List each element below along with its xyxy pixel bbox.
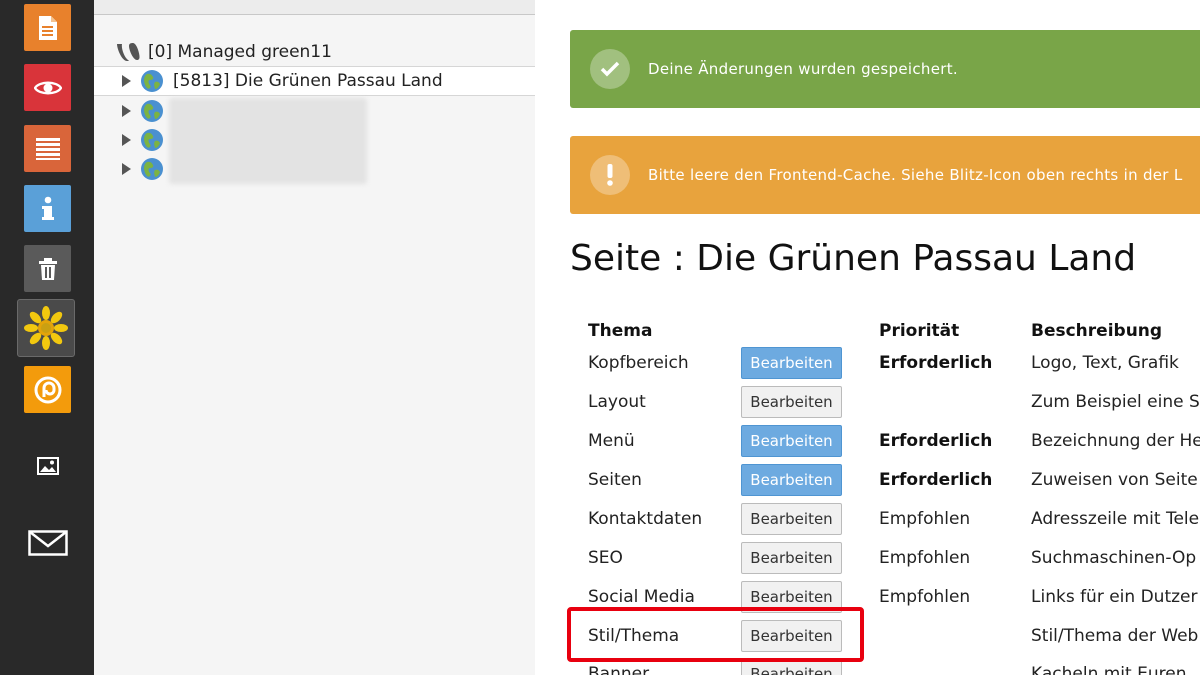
page-title: Seite : Die Grünen Passau Land (570, 238, 1137, 279)
expand-arrow-icon[interactable] (122, 105, 131, 117)
tree-node-selected[interactable]: [5813] Die Grünen Passau Land (94, 66, 535, 96)
warning-icon-wrap (590, 155, 630, 195)
globe-icon (141, 100, 163, 122)
row-prioritaet: Empfohlen (879, 509, 971, 529)
redacted-tree-labels (169, 98, 367, 184)
row-thema: Seiten (588, 470, 642, 490)
exclamation-icon (607, 164, 613, 186)
sunflower-icon (24, 306, 68, 350)
list-module-button[interactable] (24, 125, 71, 172)
view-icon (33, 81, 62, 94)
warning-alert: Bitte leere den Frontend-Cache. Siehe Bl… (570, 136, 1200, 214)
edit-button[interactable]: Bearbeiten (741, 386, 842, 418)
recycler-module-button[interactable] (24, 245, 71, 292)
row-thema: Kontaktdaten (588, 509, 703, 529)
trash-icon (38, 257, 57, 280)
row-beschreibung: Logo, Text, Grafik (1031, 353, 1179, 373)
highlight-box (567, 607, 864, 662)
tree-node-label: [5813] Die Grünen Passau Land (173, 71, 443, 91)
success-message: Deine Änderungen wurden gespeichert. (648, 60, 958, 78)
success-alert: Deine Änderungen wurden gespeichert. (570, 30, 1200, 108)
checkmark-icon (600, 61, 620, 77)
globe-icon (141, 70, 163, 92)
row-prioritaet: Erforderlich (879, 353, 993, 373)
column-header-thema: Thema (588, 321, 653, 341)
row-beschreibung: Kacheln mit Euren (1031, 664, 1187, 675)
row-beschreibung: Links für ein Dutzer (1031, 587, 1198, 607)
tree-root[interactable]: [0] Managed green11 (116, 40, 332, 64)
at-icon (34, 376, 61, 403)
row-beschreibung: Bezeichnung der He (1031, 431, 1200, 451)
row-thema: Menü (588, 431, 635, 451)
email-alias-module-button[interactable] (24, 366, 71, 413)
content-area: Deine Änderungen wurden gespeichert. Bit… (535, 0, 1200, 675)
row-beschreibung: Stil/Thema der Web (1031, 626, 1199, 646)
row-beschreibung: Adresszeile mit Tele (1031, 509, 1200, 529)
edit-button[interactable]: Bearbeiten (741, 425, 842, 457)
info-module-button[interactable] (24, 185, 71, 232)
tree-root-label: [0] Managed green11 (148, 42, 332, 62)
expand-arrow-icon[interactable] (122, 134, 131, 146)
row-thema: Banner (588, 664, 650, 675)
expand-arrow-icon[interactable] (122, 75, 131, 87)
globe-icon (141, 129, 163, 151)
row-beschreibung: Zuweisen von Seite (1031, 470, 1198, 490)
globe-icon (141, 158, 163, 180)
edit-button[interactable]: Bearbeiten (741, 464, 842, 496)
view-module-button[interactable] (24, 64, 71, 111)
row-prioritaet: Erforderlich (879, 431, 993, 451)
mail-module-button[interactable] (24, 519, 71, 566)
media-module-button[interactable] (24, 442, 71, 489)
row-beschreibung: Zum Beispiel eine S (1031, 392, 1200, 412)
list-icon (35, 137, 60, 160)
image-icon (36, 456, 59, 475)
warning-message: Bitte leere den Frontend-Cache. Siehe Bl… (648, 166, 1183, 184)
row-beschreibung: Suchmaschinen-Op (1031, 548, 1197, 568)
page-module-button[interactable] (24, 4, 71, 51)
expand-arrow-icon[interactable] (122, 163, 131, 175)
tree-toolbar (94, 0, 535, 15)
row-thema: SEO (588, 548, 623, 568)
success-icon-wrap (590, 49, 630, 89)
column-header-prioritaet: Priorität (879, 321, 960, 341)
row-prioritaet: Erforderlich (879, 470, 993, 490)
row-thema: Layout (588, 392, 646, 412)
row-prioritaet: Empfohlen (879, 548, 971, 568)
edit-button[interactable]: Bearbeiten (741, 542, 842, 574)
edit-button[interactable]: Bearbeiten (741, 347, 842, 379)
page-tree: [0] Managed green11 [5813] Die Grünen Pa… (94, 0, 535, 675)
row-thema: Social Media (588, 587, 695, 607)
edit-button[interactable]: Bearbeiten (741, 503, 842, 535)
row-thema: Kopfbereich (588, 353, 689, 373)
info-icon (41, 196, 54, 220)
page-icon (38, 15, 57, 40)
module-menu (0, 0, 94, 675)
column-header-beschreibung: Beschreibung (1031, 321, 1163, 341)
row-prioritaet: Empfohlen (879, 587, 971, 607)
mail-icon (27, 529, 68, 556)
gruene-module-button[interactable] (17, 299, 75, 357)
typo3-logo-icon (117, 43, 140, 61)
